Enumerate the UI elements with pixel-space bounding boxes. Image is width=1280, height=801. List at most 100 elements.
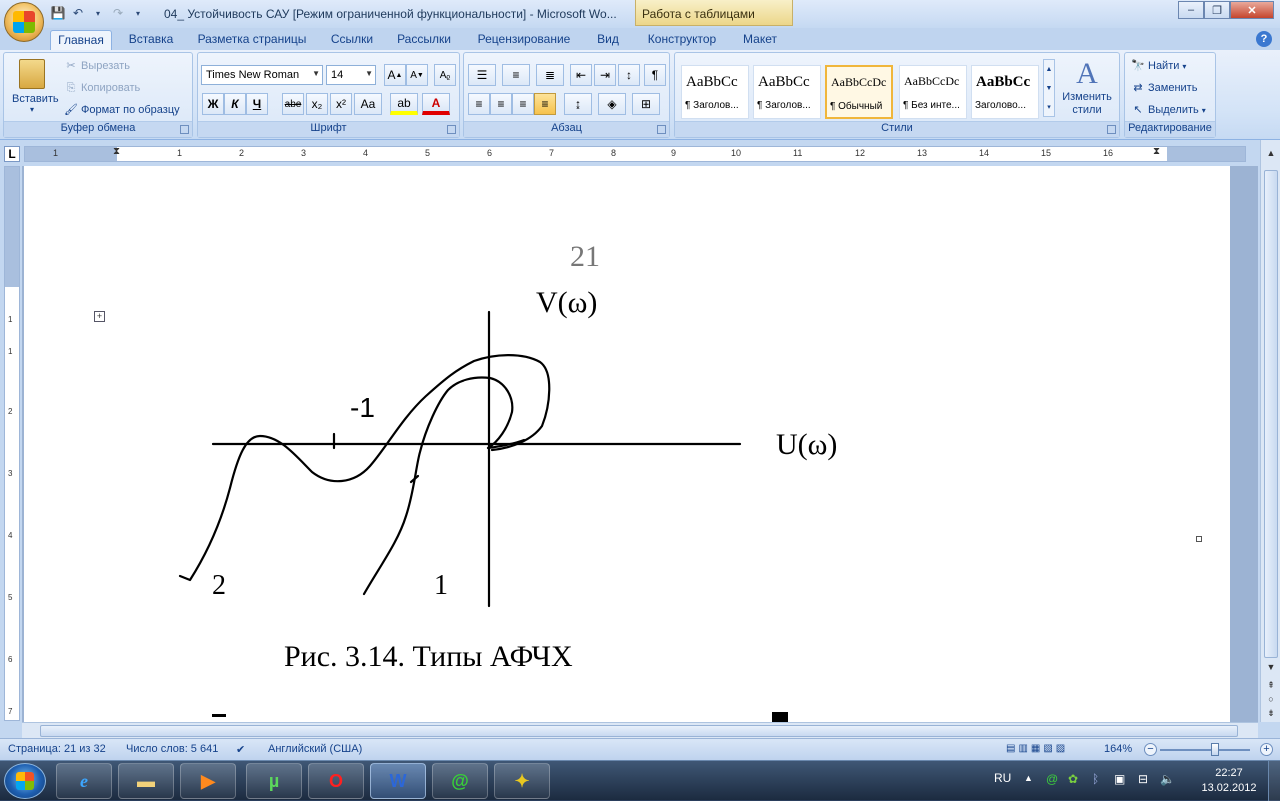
superscript-button[interactable]: x² [330, 93, 352, 115]
increase-indent-icon[interactable]: ⇥ [594, 64, 616, 86]
style-heading-1[interactable]: AaBbCc ¶ Заголов... [681, 65, 749, 119]
paragraph-launcher-icon[interactable] [657, 125, 666, 134]
tab-design[interactable]: Конструктор [640, 30, 724, 50]
browse-object-icon[interactable]: ○ [1263, 694, 1279, 708]
right-indent-marker-icon[interactable]: ⧗ [1153, 146, 1160, 157]
bullets-icon[interactable]: ☰ [468, 64, 496, 86]
bluetooth-icon[interactable]: ᛒ [1092, 772, 1099, 786]
zoom-in-button[interactable]: + [1260, 743, 1273, 756]
tab-layout[interactable]: Макет [736, 30, 784, 50]
view-buttons[interactable]: ▤▥▦▧▨ [1006, 743, 1068, 754]
tab-references[interactable]: Ссылки [324, 30, 380, 50]
vertical-scrollbar[interactable]: ▲ ▼ ⇞ ○ ⇟ [1260, 140, 1280, 722]
close-button[interactable]: ✕ [1230, 1, 1274, 19]
font-launcher-icon[interactable] [447, 125, 456, 134]
tab-view[interactable]: Вид [590, 30, 626, 50]
find-button[interactable]: 🔭 Найти ▾ [1131, 59, 1186, 73]
previous-page-icon[interactable]: ⇞ [1263, 680, 1279, 694]
shading-icon[interactable]: ◈ [598, 93, 626, 115]
select-button[interactable]: ↖ Выделить ▾ [1131, 103, 1205, 117]
style-heading-3[interactable]: AaBbCc Заголово... [971, 65, 1039, 119]
save-icon[interactable]: 💾 [50, 5, 66, 21]
format-painter-button[interactable]: 🖌 Формат по образцу [64, 103, 180, 117]
minimize-button[interactable]: – [1178, 1, 1204, 19]
italic-button[interactable]: К [224, 93, 246, 115]
sort-icon[interactable]: ↕ [618, 64, 640, 86]
zoom-slider-knob[interactable] [1211, 743, 1219, 756]
customize-qat-icon[interactable]: ▾ [130, 5, 146, 21]
show-marks-icon[interactable]: ¶ [644, 64, 666, 86]
highlight-icon[interactable]: ab [390, 93, 418, 115]
language-indicator[interactable]: RU [994, 771, 1011, 785]
align-right-icon[interactable]: ≡ [512, 93, 534, 115]
indent-marker-icon[interactable]: ⧗ [113, 146, 120, 157]
zoom-out-button[interactable]: − [1144, 743, 1157, 756]
subscript-button[interactable]: x₂ [306, 93, 328, 115]
change-styles-button[interactable]: A Изменить стили [1059, 57, 1115, 121]
clipboard-launcher-icon[interactable] [180, 125, 189, 134]
document-page[interactable]: 21 + V(ω) U(ω) -1 2 1 Рис. 3.14. Типы АФ… [24, 166, 1230, 722]
maximize-button[interactable]: ❐ [1204, 1, 1230, 19]
scroll-up-icon[interactable]: ▲ [1263, 148, 1279, 162]
grow-font-button[interactable]: A ▲ [384, 64, 406, 86]
word-taskbar-icon[interactable]: W [370, 763, 426, 799]
file-explorer-icon[interactable]: ▬ [118, 763, 174, 799]
tray-device-icon[interactable]: ▣ [1114, 772, 1125, 786]
redo-icon[interactable]: ↷ [110, 5, 126, 21]
line-spacing-icon[interactable]: ↨ [564, 93, 592, 115]
volume-icon[interactable]: 🔈 [1160, 772, 1175, 786]
paste-button[interactable]: Вставить ▾ [12, 57, 59, 117]
horizontal-scrollbar[interactable] [22, 722, 1258, 738]
underline-button[interactable]: Ч [246, 93, 268, 115]
style-normal[interactable]: AaBbCcDc ¶ Обычный [825, 65, 893, 119]
document-area[interactable]: 21 + V(ω) U(ω) -1 2 1 Рис. 3.14. Типы АФ… [22, 166, 1258, 722]
clock[interactable]: 22:27 13.02.2012 [1196, 766, 1262, 796]
change-case-button[interactable]: Aa [354, 93, 382, 115]
justify-icon[interactable]: ≡ [534, 93, 556, 115]
horizontal-ruler[interactable]: 1 1 2 3 4 5 6 7 8 9 10 11 12 13 14 15 16… [24, 146, 1246, 162]
shrink-font-button[interactable]: A ▼ [406, 64, 428, 86]
page-count-status[interactable]: Страница: 21 из 32 [8, 743, 106, 755]
vertical-ruler[interactable]: 1 1 2 3 4 5 6 7 [4, 166, 20, 721]
tray-mail-icon[interactable]: @ [1046, 772, 1058, 786]
word-count-status[interactable]: Число слов: 5 641 [126, 743, 218, 755]
start-button[interactable] [4, 763, 46, 799]
replace-button[interactable]: ⇄ Заменить [1131, 81, 1197, 95]
tray-icq-icon[interactable]: ✿ [1068, 772, 1078, 786]
proofing-icon[interactable]: ✔ [236, 743, 245, 756]
app-icon[interactable]: ✦ [494, 763, 550, 799]
internet-explorer-icon[interactable]: e [56, 763, 112, 799]
scroll-down-icon[interactable]: ▼ [1263, 662, 1279, 676]
language-status[interactable]: Английский (США) [268, 743, 362, 755]
tab-review[interactable]: Рецензирование [470, 30, 578, 50]
align-center-icon[interactable]: ≡ [490, 93, 512, 115]
next-page-icon[interactable]: ⇟ [1263, 708, 1279, 722]
office-button[interactable] [4, 2, 44, 42]
opera-icon[interactable]: O [308, 763, 364, 799]
font-size-select[interactable]: 14 ▼ [326, 65, 376, 85]
strikethrough-button[interactable]: abe [282, 93, 304, 115]
scroll-thumb[interactable] [1264, 170, 1278, 658]
tab-page-layout[interactable]: Разметка страницы [192, 30, 312, 50]
font-color-icon[interactable]: A [422, 93, 450, 115]
cut-button[interactable]: ✂ Вырезать [64, 59, 130, 73]
multilevel-list-icon[interactable]: ≣ [536, 64, 564, 86]
media-player-icon[interactable]: ▶ [180, 763, 236, 799]
copy-button[interactable]: ⎘ Копировать [64, 81, 141, 95]
tab-home[interactable]: Главная [50, 30, 112, 50]
font-family-select[interactable]: Times New Roman ▼ [201, 65, 323, 85]
styles-launcher-icon[interactable] [1107, 125, 1116, 134]
style-no-spacing[interactable]: AaBbCcDc ¶ Без инте... [899, 65, 967, 119]
tab-insert[interactable]: Вставка [120, 30, 182, 50]
tray-expand-icon[interactable]: ▲ [1024, 773, 1033, 783]
clear-formatting-button[interactable]: Aᵨ [434, 64, 456, 86]
zoom-slider[interactable] [1160, 749, 1250, 751]
bold-button[interactable]: Ж [202, 93, 224, 115]
utorrent-icon[interactable]: µ [246, 763, 302, 799]
undo-icon[interactable]: ↶ [70, 5, 86, 21]
show-desktop-button[interactable] [1268, 761, 1280, 801]
borders-icon[interactable]: ⊞ [632, 93, 660, 115]
zoom-level[interactable]: 164% [1104, 743, 1132, 755]
network-icon[interactable]: ⊟ [1138, 772, 1148, 786]
numbering-icon[interactable]: ≡ [502, 64, 530, 86]
